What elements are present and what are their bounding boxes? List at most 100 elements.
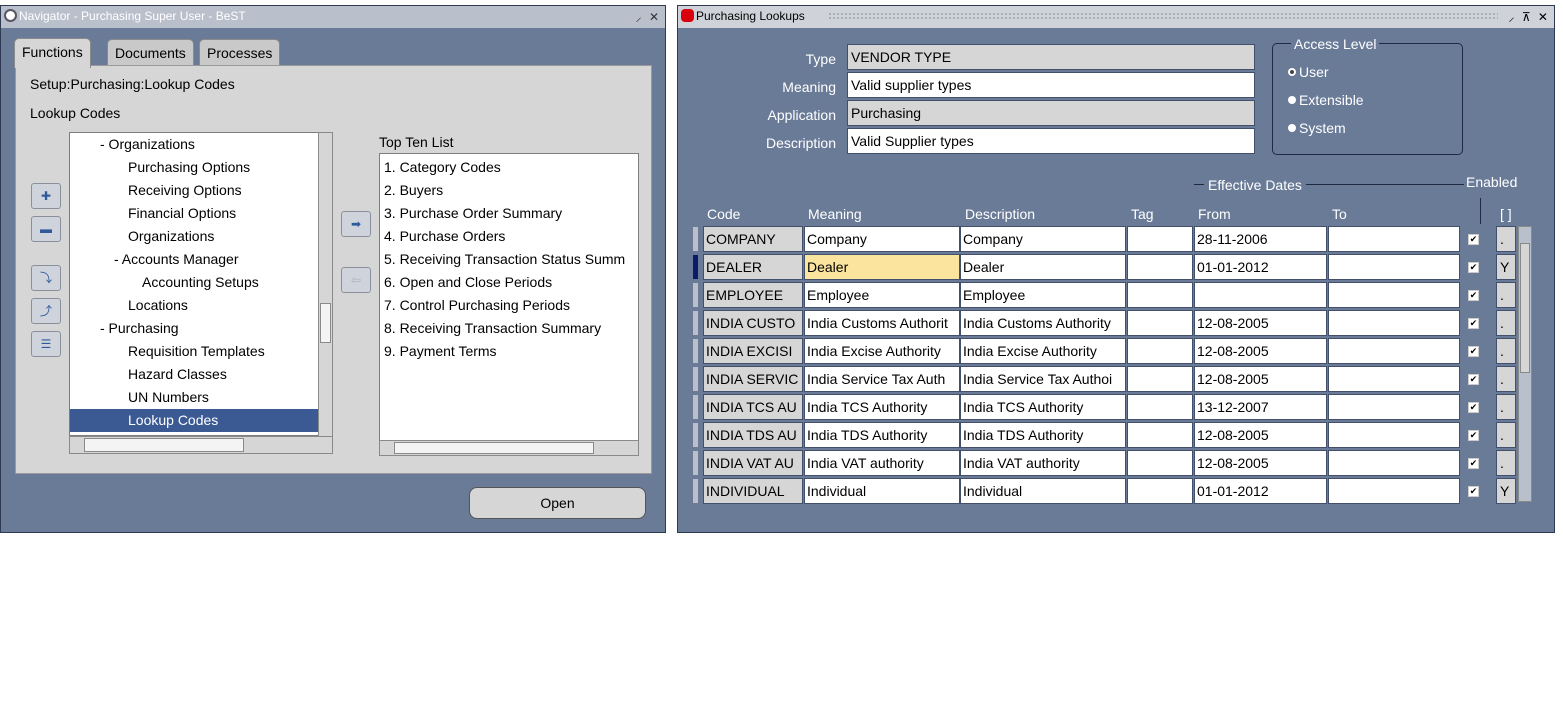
top-ten-list[interactable]: 1. Category Codes 2. Buyers 3. Purchase Or…: [379, 153, 639, 453]
row-indicator[interactable]: [692, 282, 699, 308]
cell-description[interactable]: Individual: [960, 478, 1126, 504]
cell-code[interactable]: DEALER: [703, 254, 803, 280]
cell-from[interactable]: 12-08-2005: [1194, 310, 1327, 336]
cell-description[interactable]: India Excise Authority: [960, 338, 1126, 364]
scroll-thumb[interactable]: [1520, 243, 1530, 373]
cell-description[interactable]: India TDS Authority: [960, 422, 1126, 448]
enabled-checkbox[interactable]: ✔: [1468, 402, 1479, 413]
cell-from[interactable]: [1194, 282, 1327, 308]
cell-meaning[interactable]: India TDS Authority: [804, 422, 960, 448]
cell-code[interactable]: INDIA TCS AU: [703, 394, 803, 420]
top-ten-item[interactable]: 7. Control Purchasing Periods: [384, 294, 570, 317]
cell-to[interactable]: [1328, 422, 1460, 448]
cell-description[interactable]: India Service Tax Authoi: [960, 366, 1126, 392]
cell-code[interactable]: INDIA EXCISI: [703, 338, 803, 364]
tree-item[interactable]: - Purchasing: [70, 317, 332, 340]
cell-tag[interactable]: [1127, 254, 1193, 280]
cell-description[interactable]: Dealer: [960, 254, 1126, 280]
cell-meaning[interactable]: Employee: [804, 282, 960, 308]
access-extensible-radio[interactable]: Extensible: [1288, 92, 1364, 108]
tree-item[interactable]: Lookup Codes: [70, 409, 332, 432]
cell-tag[interactable]: [1127, 226, 1193, 252]
cell-tag[interactable]: [1127, 478, 1193, 504]
row-indicator[interactable]: [692, 478, 699, 504]
cell-to[interactable]: [1328, 254, 1460, 280]
tree-item[interactable]: UN Numbers: [70, 386, 332, 409]
cell-tag[interactable]: [1127, 422, 1193, 448]
tree-item[interactable]: Receiving Options: [70, 179, 332, 202]
tab-functions[interactable]: Functions: [14, 38, 91, 68]
tree-horizontal-scrollbar[interactable]: [69, 436, 333, 454]
cell-description[interactable]: Company: [960, 226, 1126, 252]
tree-item[interactable]: - Accounts Manager: [70, 248, 332, 271]
tree-item[interactable]: - Organizations: [70, 133, 332, 156]
cell-code[interactable]: COMPANY: [703, 226, 803, 252]
cell-description[interactable]: India VAT authority: [960, 450, 1126, 476]
tab-documents[interactable]: Documents: [107, 39, 194, 66]
top-ten-item[interactable]: 2. Buyers: [384, 179, 443, 202]
cell-to[interactable]: [1328, 310, 1460, 336]
cell-meaning[interactable]: Dealer: [804, 254, 960, 280]
navigator-title-bar[interactable]: Navigator - Purchasing Super User - BeST…: [1, 6, 665, 28]
tree-item[interactable]: Purchasing Options: [70, 156, 332, 179]
cell-to[interactable]: [1328, 478, 1460, 504]
cell-from[interactable]: 01-01-2012: [1194, 254, 1327, 280]
cell-code[interactable]: INDIA VAT AU: [703, 450, 803, 476]
access-system-radio[interactable]: System: [1288, 120, 1346, 136]
meaning-field[interactable]: Valid supplier types: [847, 72, 1255, 98]
row-indicator[interactable]: [692, 366, 699, 392]
top-ten-item[interactable]: 8. Receiving Transaction Summary: [384, 317, 601, 340]
enabled-checkbox[interactable]: ✔: [1468, 290, 1479, 301]
expand-branch-icon[interactable]: ⤵: [31, 265, 61, 291]
top-ten-item[interactable]: 1. Category Codes: [384, 156, 501, 179]
scroll-thumb[interactable]: [84, 438, 244, 452]
scroll-thumb[interactable]: [320, 303, 331, 343]
cell-code[interactable]: INDIA TDS AU: [703, 422, 803, 448]
cell-from[interactable]: 12-08-2005: [1194, 366, 1327, 392]
row-indicator[interactable]: [692, 450, 699, 476]
cell-to[interactable]: [1328, 282, 1460, 308]
enabled-checkbox[interactable]: ✔: [1468, 262, 1479, 273]
row-indicator[interactable]: [692, 422, 699, 448]
enabled-checkbox[interactable]: ✔: [1468, 346, 1479, 357]
access-user-radio[interactable]: User: [1288, 64, 1329, 80]
row-indicator[interactable]: [692, 254, 699, 280]
cell-meaning[interactable]: Individual: [804, 478, 960, 504]
cell-dff[interactable]: .: [1496, 310, 1516, 336]
cell-meaning[interactable]: Company: [804, 226, 960, 252]
window-controls[interactable]: ⸝ ⊼ ✕: [1508, 8, 1550, 25]
enabled-checkbox[interactable]: ✔: [1468, 458, 1479, 469]
type-field[interactable]: VENDOR TYPE: [847, 44, 1255, 70]
cell-tag[interactable]: [1127, 450, 1193, 476]
enabled-checkbox[interactable]: ✔: [1468, 486, 1479, 497]
add-to-list-arrow-icon[interactable]: ➡: [341, 211, 371, 237]
cell-to[interactable]: [1328, 394, 1460, 420]
cell-dff[interactable]: .: [1496, 366, 1516, 392]
remove-from-list-arrow-icon[interactable]: ⇦: [341, 267, 371, 293]
row-indicator[interactable]: [692, 226, 699, 252]
function-tree[interactable]: - Organizations Purchasing Options Receivi…: [69, 132, 333, 436]
cell-description[interactable]: India Customs Authority: [960, 310, 1126, 336]
row-indicator[interactable]: [692, 338, 699, 364]
cell-dff[interactable]: .: [1496, 338, 1516, 364]
cell-meaning[interactable]: India Service Tax Auth: [804, 366, 960, 392]
cell-from[interactable]: 12-08-2005: [1194, 338, 1327, 364]
cell-meaning[interactable]: India Excise Authority: [804, 338, 960, 364]
tree-item[interactable]: Organizations: [70, 225, 332, 248]
tree-item[interactable]: Accounting Setups: [70, 271, 332, 294]
tab-processes[interactable]: Processes: [199, 39, 281, 66]
cell-dff[interactable]: Y: [1496, 478, 1516, 504]
toplist-horizontal-scrollbar[interactable]: [379, 440, 639, 456]
collapse-all-icon[interactable]: ☰: [31, 331, 61, 357]
tree-item[interactable]: Requisition Templates: [70, 340, 332, 363]
cell-from[interactable]: 28-11-2006: [1194, 226, 1327, 252]
open-button[interactable]: Open: [469, 487, 646, 519]
row-indicator[interactable]: [692, 310, 699, 336]
cell-tag[interactable]: [1127, 338, 1193, 364]
table-vertical-scrollbar[interactable]: [1518, 226, 1532, 502]
enabled-checkbox[interactable]: ✔: [1468, 234, 1479, 245]
tree-item[interactable]: Hazard Classes: [70, 363, 332, 386]
cell-code[interactable]: EMPLOYEE: [703, 282, 803, 308]
description-field[interactable]: Valid Supplier types: [847, 128, 1255, 154]
cell-to[interactable]: [1328, 366, 1460, 392]
